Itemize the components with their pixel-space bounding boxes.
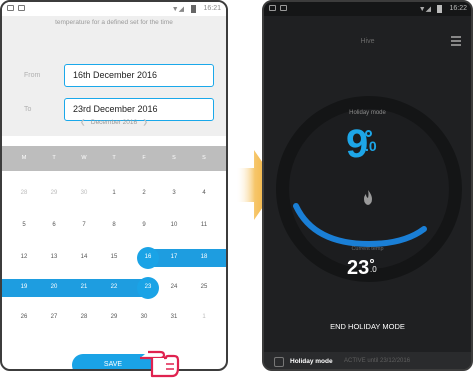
calendar-day-in-range[interactable]: 19 <box>14 284 34 290</box>
calendar-day-selected[interactable]: 16 <box>138 254 158 260</box>
calendar-day[interactable]: 24 <box>164 284 184 290</box>
month-label: December 2016 <box>90 119 138 126</box>
calendar-day[interactable]: 30 <box>134 314 154 320</box>
calendar-day[interactable]: 2 <box>134 190 154 196</box>
status-bar: ▼◢ 16:21 <box>2 2 226 16</box>
calendar-day[interactable]: 3 <box>164 190 184 196</box>
notification-icon <box>7 5 14 11</box>
next-month-button[interactable]: ❯ <box>143 119 148 126</box>
weekday-label: F <box>142 155 146 161</box>
calendar-day-in-range[interactable]: 20 <box>44 284 64 290</box>
thermostat-dial[interactable] <box>274 94 464 284</box>
weekday-label: T <box>112 155 116 161</box>
signal-icon: ▼◢ <box>171 6 184 13</box>
notification-icon-2 <box>18 5 25 11</box>
calendar-day[interactable]: 25 <box>194 284 214 290</box>
month-navigator: ❮ December 2016 ❯ <box>2 118 226 126</box>
bottom-mode-detail: ACTIVE until 23/12/2016 <box>344 358 411 364</box>
from-date-field[interactable]: 16th December 2016 <box>64 64 214 87</box>
calendar-day[interactable]: 1 <box>104 190 124 196</box>
hamburger-menu-icon[interactable] <box>451 36 461 48</box>
calendar-day[interactable]: 8 <box>104 222 124 228</box>
calendar: M T W T F S S 28 29 30 1 2 3 4 5 6 7 8 9… <box>2 146 226 328</box>
mode-label: Holiday mode <box>349 110 386 116</box>
right-phone-screen: ▼◢ 16:22 Hive Holiday mode 9 .0 Current … <box>262 0 473 371</box>
calendar-day-in-range[interactable]: 18 <box>194 254 214 260</box>
selected-range-band <box>150 249 226 267</box>
calendar-day[interactable]: 6 <box>44 222 64 228</box>
current-temperature: 23 <box>347 257 370 279</box>
calendar-day[interactable]: 4 <box>194 190 214 196</box>
calendar-day[interactable]: 1 <box>194 314 214 320</box>
bottom-mode-label: Holiday mode <box>290 358 333 365</box>
signal-icon: ▼◢ <box>418 6 431 13</box>
prev-month-button[interactable]: ❮ <box>80 119 85 126</box>
app-title: Hive <box>360 38 375 45</box>
degree-symbol <box>365 130 372 137</box>
calendar-day[interactable]: 26 <box>14 314 34 320</box>
header-text: temperature for a defined set for the ti… <box>55 19 173 26</box>
status-time: 16:21 <box>203 5 221 12</box>
calendar-day[interactable]: 28 <box>14 190 34 196</box>
calendar-day[interactable]: 31 <box>164 314 184 320</box>
weekday-label: W <box>81 155 87 161</box>
calendar-day[interactable]: 27 <box>44 314 64 320</box>
weekday-header: M T W T F S S <box>2 146 226 171</box>
notification-icon-2 <box>280 5 287 11</box>
calendar-day[interactable]: 29 <box>44 190 64 196</box>
calendar-day-in-range[interactable]: 17 <box>164 254 184 260</box>
from-label: From <box>24 72 41 79</box>
calendar-day[interactable]: 5 <box>14 222 34 228</box>
battery-icon <box>437 5 442 13</box>
degree-symbol <box>370 259 374 263</box>
status-time: 16:22 <box>449 5 467 12</box>
notification-icon <box>269 5 276 11</box>
calendar-day[interactable]: 12 <box>14 254 34 260</box>
calendar-day[interactable]: 7 <box>74 222 94 228</box>
current-temp-label: Current temp <box>351 246 384 252</box>
pointing-hand-icon <box>140 350 180 378</box>
weekday-label: S <box>202 155 206 161</box>
calendar-day[interactable]: 29 <box>104 314 124 320</box>
target-temperature-decimal: .0 <box>365 138 377 154</box>
calendar-day[interactable]: 14 <box>74 254 94 260</box>
end-holiday-mode-button[interactable]: END HOLIDAY MODE <box>264 322 471 331</box>
calendar-day-in-range[interactable]: 21 <box>74 284 94 290</box>
calendar-day[interactable]: 10 <box>164 222 184 228</box>
bottom-status-bar[interactable]: Holiday mode ACTIVE until 23/12/2016 <box>264 352 471 369</box>
left-phone-screen: ▼◢ 16:21 temperature for a defined set f… <box>0 0 228 371</box>
calendar-day[interactable]: 28 <box>74 314 94 320</box>
current-temperature-decimal: .0 <box>370 265 377 274</box>
calendar-day[interactable]: 9 <box>134 222 154 228</box>
calendar-day[interactable]: 30 <box>74 190 94 196</box>
calendar-day[interactable]: 15 <box>104 254 124 260</box>
weekday-label: M <box>21 155 27 161</box>
to-label: To <box>24 106 32 113</box>
status-bar: ▼◢ 16:22 <box>264 2 471 16</box>
flame-icon <box>364 190 372 205</box>
calendar-day[interactable]: 11 <box>194 222 214 228</box>
holiday-icon <box>274 357 284 367</box>
calendar-day-selected[interactable]: 23 <box>138 284 158 290</box>
battery-icon <box>191 5 196 13</box>
calendar-day[interactable]: 13 <box>44 254 64 260</box>
weekday-label: S <box>172 155 176 161</box>
calendar-day-in-range[interactable]: 22 <box>104 284 124 290</box>
weekday-label: T <box>52 155 56 161</box>
